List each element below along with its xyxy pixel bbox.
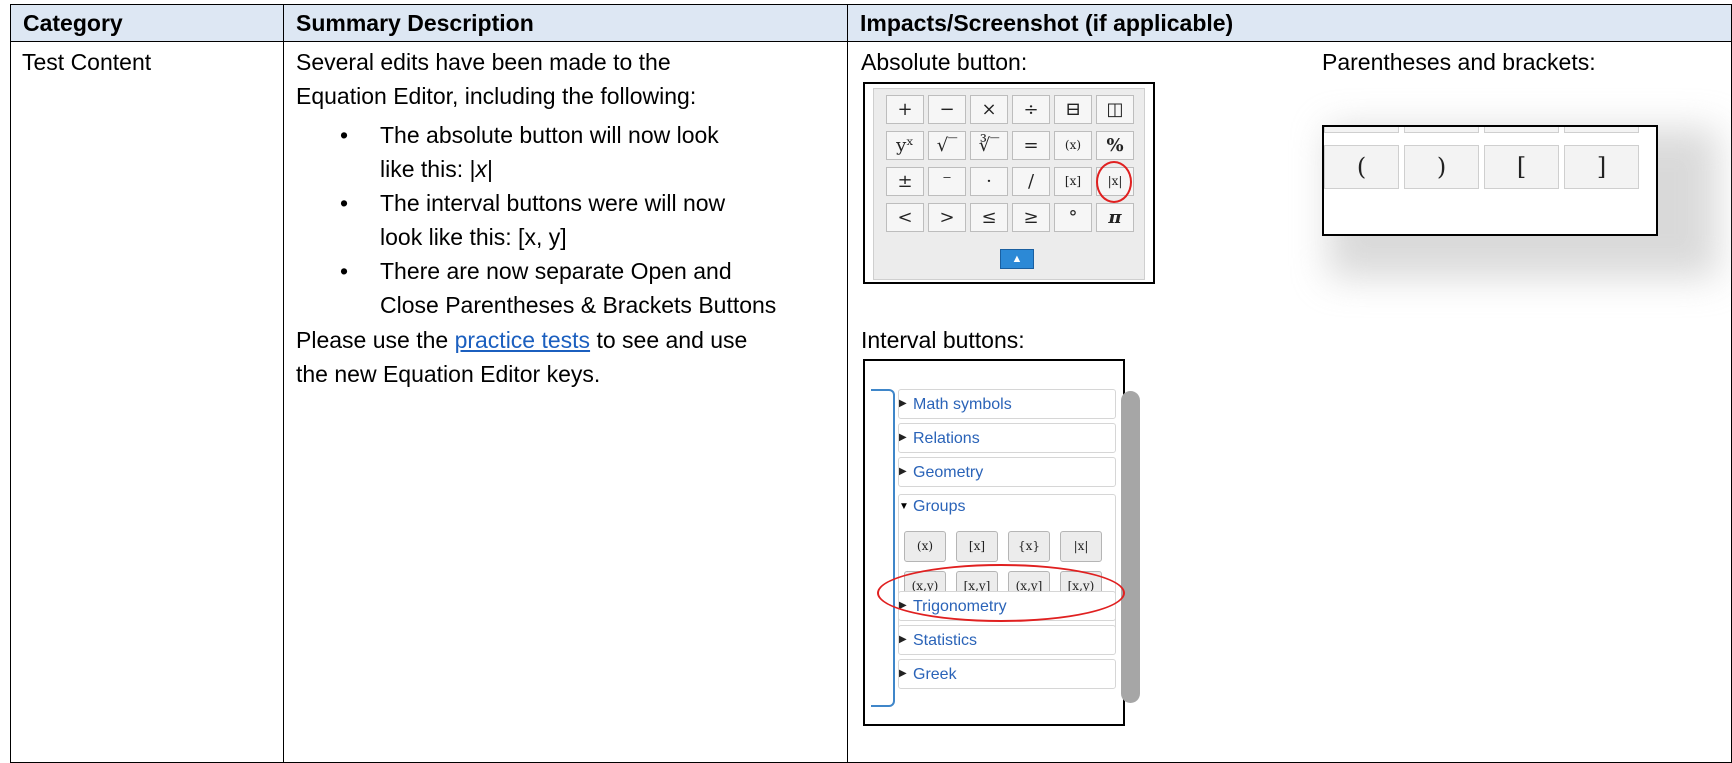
caret-right-icon: ▶ [899,668,907,679]
bullet-interval-line2: look like this: [x, y] [380,224,567,250]
key-stub [1564,127,1639,133]
bullet-parentheses-line1: There are now separate Open and [380,258,732,284]
bullet-absolute-line2-prefix: like this: | [380,156,476,182]
section-relations[interactable]: ▶ Relations [898,423,1116,453]
section-statistics[interactable]: ▶ Statistics [898,625,1116,655]
section-label: Statistics [913,632,978,649]
close-paren-key[interactable]: ) [1404,145,1479,189]
close-bracket-key[interactable]: ] [1564,145,1639,189]
mixed-fraction-key[interactable]: ◫ [1096,95,1134,124]
bullet-absolute-line2-suffix: | [486,156,493,182]
group-paren-key[interactable]: (x) [904,531,946,562]
section-label: Math symbols [913,396,1012,413]
key-stub [1324,127,1399,133]
percent-key[interactable]: % [1096,131,1134,160]
header-category: Category [10,4,284,42]
caret-right-icon: ▶ [899,466,907,477]
caret-right-icon: ▶ [899,634,907,645]
groups-label[interactable]: Groups [913,498,965,516]
category-cell [10,41,284,763]
bullet-interval-line1: The interval buttons were will now [380,190,726,216]
header-impacts-label: Impacts/Screenshot (if applicable) [860,10,1234,36]
negative-key[interactable]: ⁻ [928,167,966,196]
greater-than-key[interactable]: > [928,203,966,232]
bullet-parentheses-line2: Close Parentheses & Brackets Buttons [380,292,777,318]
outro-prefix: Please use the [296,327,455,353]
header-category-label: Category [23,10,123,36]
summary-bullet-list: The absolute button will now look like t… [340,118,776,322]
keypad-grid: + − × ÷ ⊟ ◫ yˣ √‾ ∛‾ = (x) % ± ⁻ · / [x]… [873,88,1145,280]
group-brace-key[interactable]: {x} [1008,531,1050,562]
absolute-button-label: Absolute button: [861,49,1028,75]
header-impacts: Impacts/Screenshot (if applicable) [847,4,1732,42]
cube-root-key[interactable]: ∛‾ [970,131,1008,160]
interval-buttons-label: Interval buttons: [861,327,1025,353]
parentheses-label: Parentheses and brackets: [1322,49,1596,75]
highlight-circle-absolute [1096,161,1132,203]
fraction-key[interactable]: ⊟ [1054,95,1092,124]
key-stub [1484,127,1559,133]
slash-key[interactable]: / [1012,167,1050,196]
bullet-absolute: The absolute button will now look like t… [340,118,776,186]
interval-screenshot: ▶ Math symbols ▶ Relations ▶ Geometry ▼ Gro… [863,359,1140,726]
summary-intro-line1: Several edits have been made to the [296,49,671,75]
plus-minus-key[interactable]: ± [886,167,924,196]
caret-down-icon[interactable]: ▼ [899,501,909,512]
key-stub [1404,127,1479,133]
group-abs-key[interactable]: |x| [1060,531,1102,562]
scrollbar[interactable] [1121,391,1140,703]
keypad-screenshot: + − × ÷ ⊟ ◫ yˣ √‾ ∛‾ = (x) % ± ⁻ · / [x]… [863,82,1155,284]
parentheses-key[interactable]: (x) [1054,131,1092,160]
less-equal-key[interactable]: ≤ [970,203,1008,232]
less-than-key[interactable]: < [886,203,924,232]
caret-right-icon: ▶ [899,432,907,443]
minus-key[interactable]: − [928,95,966,124]
section-math-symbols[interactable]: ▶ Math symbols [898,389,1116,419]
greater-equal-key[interactable]: ≥ [1012,203,1050,232]
summary-outro-line1: Please use the practice tests to see and… [296,323,747,357]
power-key[interactable]: yˣ [886,131,924,160]
equals-key[interactable]: = [1012,131,1050,160]
bullet-parentheses: There are now separate Open and Close Pa… [340,254,776,322]
section-label: Greek [913,666,957,683]
open-paren-key[interactable]: ( [1324,145,1399,189]
caret-up-icon[interactable]: ▲ [1000,249,1034,269]
summary-intro-line2: Equation Editor, including the following… [296,83,697,109]
outro-suffix: to see and use [590,327,748,353]
caret-right-icon: ▶ [899,398,907,409]
pi-key[interactable]: π [1096,203,1134,232]
highlight-circle-intervals [877,564,1125,622]
header-summary: Summary Description [283,4,848,42]
header-summary-label: Summary Description [296,10,534,36]
section-greek[interactable]: ▶ Greek [898,659,1116,689]
section-label: Relations [913,430,980,447]
parentheses-screenshot: ( ) [ ] [1322,125,1658,236]
brackets-key[interactable]: [x] [1054,167,1092,196]
degree-key[interactable]: ° [1054,203,1092,232]
section-label: Geometry [913,464,984,481]
panel-bracket [871,389,895,707]
category-value: Test Content [22,49,152,75]
practice-tests-link[interactable]: practice tests [455,327,591,353]
decimal-key[interactable]: · [970,167,1008,196]
group-bracket-key[interactable]: [x] [956,531,998,562]
plus-key[interactable]: + [886,95,924,124]
bullet-interval: The interval buttons were will now look … [340,186,776,254]
summary-outro-line2: the new Equation Editor keys. [296,361,601,387]
open-bracket-key[interactable]: [ [1484,145,1559,189]
section-geometry[interactable]: ▶ Geometry [898,457,1116,487]
divide-key[interactable]: ÷ [1012,95,1050,124]
bullet-absolute-line1: The absolute button will now look [380,122,719,148]
times-key[interactable]: × [970,95,1008,124]
sqrt-key[interactable]: √‾ [928,131,966,160]
bullet-absolute-var: x [475,156,487,182]
